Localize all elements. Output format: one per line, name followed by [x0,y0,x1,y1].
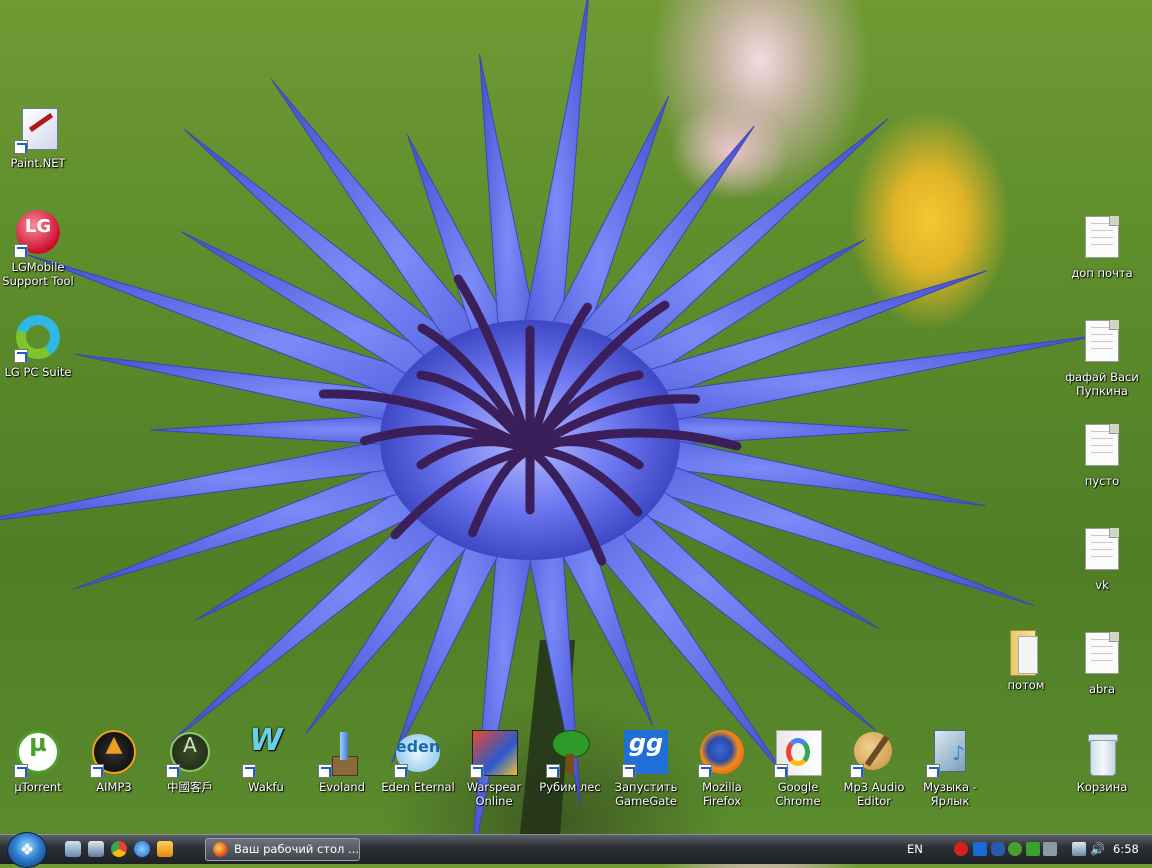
desktop-icon-muzyka[interactable]: ♪ Музыка - Ярлык [910,730,990,808]
recycle-bin-icon [1078,730,1126,778]
desktop-icon-wakfu[interactable]: W Wakfu [226,726,306,794]
tree-icon [546,730,594,778]
desktop-icon-fafay[interactable]: фафай Васи Пупкина [1062,316,1142,398]
desktop-icon-rubim[interactable]: Рубим лес [530,730,610,794]
desktop-icon-korzina[interactable]: Корзина [1062,730,1142,794]
tray-music-icon[interactable] [1043,842,1057,856]
text-file-icon [1078,632,1126,680]
desktop-icon-utorrent[interactable]: µ µTorrent [0,730,78,794]
desktop-icon-eden[interactable]: eden Eden Eternal [378,730,458,794]
taskbar: Ваш рабочий стол ... EN 🔊 6:58 [0,832,1152,868]
media-player-quicklaunch-icon[interactable] [157,841,173,857]
text-file-icon [1078,528,1126,576]
lg-icon: LG [14,210,62,258]
desktop-icon-warspear[interactable]: Warspear Online [454,730,534,808]
text-file-icon [1078,424,1126,472]
wakfu-icon: W [242,726,290,778]
folder-icon [1002,628,1050,676]
tray-check-icon[interactable] [1026,842,1040,856]
tray-play-icon[interactable] [973,842,987,856]
show-desktop-icon[interactable] [65,841,81,857]
desktop-icon-vk[interactable]: vk [1062,524,1142,592]
desktop-icon-dop-pochta[interactable]: доп почта [1062,212,1142,280]
desktop-icon-evoland[interactable]: Evoland [302,730,382,794]
network-icon[interactable] [1072,842,1086,856]
client-icon: A [166,730,214,778]
utorrent-icon: µ [14,730,62,778]
desktop-icon-lgmobile[interactable]: LG LGMobile Support Tool [0,210,78,288]
taskbar-window-button[interactable]: Ваш рабочий стол ... [205,838,360,861]
wallpaper-cornflower [0,0,1104,834]
switch-windows-icon[interactable] [88,841,104,857]
warspear-icon [470,730,518,778]
start-button[interactable] [7,832,47,868]
clock[interactable]: 6:58 [1113,842,1139,856]
gamegate-icon: gg [622,730,670,778]
desktop-icon-chrome[interactable]: Google Chrome [758,730,838,808]
lg-pc-suite-icon [14,315,62,363]
tray-app-icon-red[interactable] [954,842,968,856]
volume-icon[interactable]: 🔊 [1090,842,1105,856]
desktop-icon-gamegate[interactable]: gg Запустить GameGate [606,730,686,808]
desktop-icon-lgpcsuite[interactable]: LG PC Suite [0,315,78,379]
language-indicator[interactable]: EN [907,842,923,856]
desktop-icon-paint-net[interactable]: Paint.NET [0,106,78,170]
chrome-quicklaunch-icon[interactable] [111,841,127,857]
desktop-icon-potom[interactable]: потом [986,628,1066,692]
chrome-icon [774,730,822,778]
desktop-icon-pusto[interactable]: пусто [1062,420,1142,488]
eden-eternal-icon: eden [394,730,442,778]
music-shortcut-icon: ♪ [926,730,974,778]
text-file-icon [1078,216,1126,264]
desktop-icon-zhongguo[interactable]: A 中國客戶 [150,730,230,794]
aimp-icon: ▲ [90,730,138,778]
desktop-icon-aimp3[interactable]: ▲ AIMP3 [74,730,154,794]
firefox-icon [213,842,228,857]
ie-quicklaunch-icon[interactable] [134,841,150,857]
paint-net-icon [14,106,62,154]
text-file-icon [1078,320,1126,368]
evoland-icon [318,730,366,778]
tray-utorrent-icon[interactable] [1008,842,1022,856]
bluetooth-icon[interactable] [991,842,1005,856]
firefox-icon [698,730,746,778]
desktop-icon-firefox[interactable]: Mozilla Firefox [682,730,762,808]
audio-editor-icon [850,730,898,778]
desktop-icon-mp3editor[interactable]: Mp3 Audio Editor [834,730,914,808]
desktop-icon-abra[interactable]: abra [1062,628,1142,696]
